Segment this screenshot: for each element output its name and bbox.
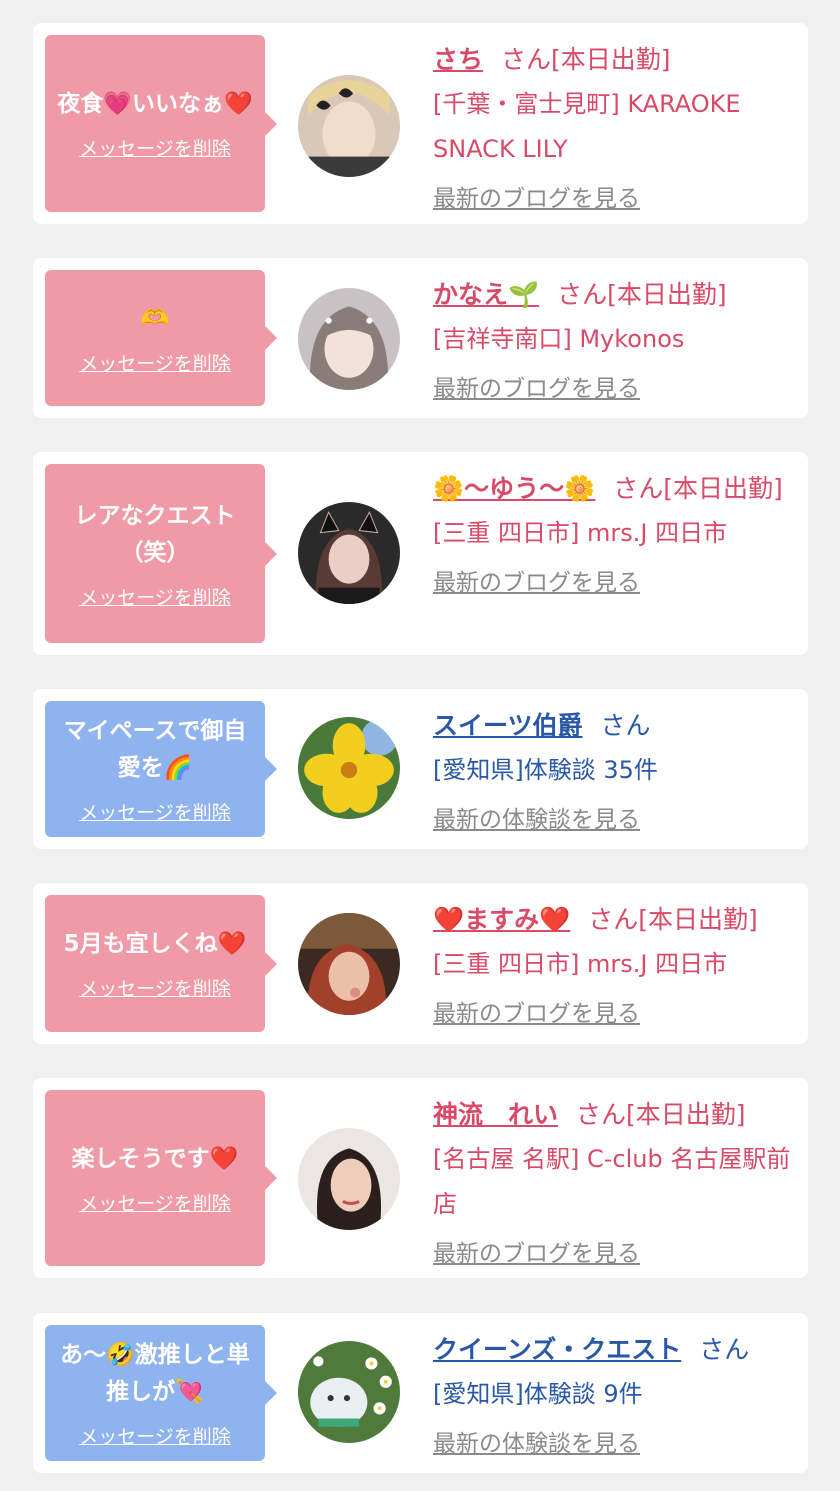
message-bubble: 楽しそうです❤️ メッセージを削除	[45, 1090, 277, 1266]
delete-message-link[interactable]: メッセージを削除	[79, 977, 231, 1001]
latest-reviews-link[interactable]: 最新の体験談を見る	[433, 1429, 640, 1459]
latest-blog-link[interactable]: 最新のブログを見る	[433, 184, 640, 214]
sender-name-line: 🌼〜ゆう〜🌼 さん[本日出勤]	[433, 466, 793, 511]
latest-blog-link[interactable]: 最新のブログを見る	[433, 374, 640, 404]
sender-info: スイーツ伯爵 さん [愛知県]体験談 35件 最新の体験談を見る	[433, 703, 793, 835]
woman-dark-hair-avatar[interactable]	[298, 1128, 400, 1230]
sender-name-link[interactable]: 🌼〜ゆう〜🌼	[433, 474, 595, 503]
latest-blog-link[interactable]: 最新のブログを見る	[433, 1239, 640, 1269]
sender-shop: [愛知県]体験談 9件	[433, 1380, 643, 1408]
message-bubble: レアなクエスト（笑） メッセージを削除	[45, 464, 277, 643]
sender-name-line: かなえ🌱 さん[本日出勤]	[433, 272, 793, 317]
sender-status: さん[本日出勤]	[613, 474, 783, 503]
sender-info: ❤️ますみ❤️ さん[本日出勤] [三重 四日市] mrs.J 四日市 最新のブログを…	[433, 897, 793, 1029]
sender-info: クイーンズ・クエスト さん [愛知県]体験談 9件 最新の体験談を見る	[433, 1327, 793, 1459]
sender-info: かなえ🌱 さん[本日出勤] [吉祥寺南口] Mykonos 最新のブログを見る	[433, 272, 793, 404]
sender-shop: [三重 四日市] mrs.J 四日市	[433, 950, 728, 978]
sender-status: さん[本日出勤]	[576, 1100, 746, 1129]
sender-name-link[interactable]: スイーツ伯爵	[433, 711, 583, 740]
sender-shop: [千葉・富士見町] KARAOKE SNACK LILY	[433, 90, 741, 163]
message-card: 夜食💗いいなぁ❤️ メッセージを削除 さち さん[本日出勤] [千葉・富士見町] KAR…	[33, 23, 808, 224]
message-text: 楽しそうです❤️	[71, 1145, 239, 1172]
sender-status: さん	[699, 1335, 750, 1364]
sender-name-link[interactable]: ❤️ますみ❤️	[433, 905, 570, 934]
delete-message-link[interactable]: メッセージを削除	[79, 1192, 231, 1216]
delete-message-link[interactable]: メッセージを削除	[79, 801, 231, 825]
message-card: マイペースで御自愛を🌈 メッセージを削除 スイーツ伯爵 さん [愛知県]体験談 35件最…	[33, 689, 808, 849]
sender-status: さん[本日出勤]	[501, 45, 671, 74]
latest-blog-link[interactable]: 最新のブログを見る	[433, 568, 640, 598]
message-text: あ〜🤣激推しと単推しが💘	[60, 1342, 250, 1405]
message-bubble: あ〜🤣激推しと単推しが💘 メッセージを削除	[45, 1325, 277, 1461]
message-card: 🫶 メッセージを削除 かなえ🌱 さん[本日出勤] [吉祥寺南口] Mykonos 最新のブ…	[33, 258, 808, 418]
yellow-flower-avatar[interactable]	[298, 717, 400, 819]
sender-name-line: さち さん[本日出勤]	[433, 37, 793, 82]
sender-status: さん	[600, 711, 651, 740]
sender-status: さん[本日出勤]	[588, 905, 758, 934]
message-card: レアなクエスト（笑） メッセージを削除 🌼〜ゆう〜🌼 さん[本日出勤] [三重 四日市]…	[33, 452, 808, 655]
sender-shop: [名古屋 名駅] C-club 名古屋駅前店	[433, 1145, 791, 1218]
woman-light-hair-avatar[interactable]	[298, 288, 400, 390]
sender-shop: [吉祥寺南口] Mykonos	[433, 325, 685, 353]
message-bubble: 🫶 メッセージを削除	[45, 270, 277, 406]
sender-name-link[interactable]: 神流 れい	[433, 1100, 558, 1129]
message-text: 🫶	[140, 305, 170, 332]
message-card: 楽しそうです❤️ メッセージを削除 神流 れい さん[本日出勤] [名古屋 名駅] C-…	[33, 1078, 808, 1278]
message-text: レアなクエスト（笑）	[74, 502, 236, 566]
woman-cat-ears-avatar[interactable]	[298, 502, 400, 604]
message-bubble: 5月も宜しくね❤️ メッセージを削除	[45, 895, 277, 1032]
sender-name-line: 神流 れい さん[本日出勤]	[433, 1092, 793, 1137]
delete-message-link[interactable]: メッセージを削除	[79, 352, 231, 376]
sender-info: さち さん[本日出勤] [千葉・富士見町] KARAOKE SNACK LILY 最新…	[433, 37, 793, 214]
mascot-flowers-avatar[interactable]	[298, 1341, 400, 1443]
sender-info: 🌼〜ゆう〜🌼 さん[本日出勤] [三重 四日市] mrs.J 四日市 最新のブログを見…	[433, 466, 793, 598]
sender-info: 神流 れい さん[本日出勤] [名古屋 名駅] C-club 名古屋駅前店最新のブロ…	[433, 1092, 793, 1269]
message-text: 夜食💗いいなぁ❤️	[57, 91, 253, 117]
message-text: マイペースで御自愛を🌈	[63, 718, 247, 781]
delete-message-link[interactable]: メッセージを削除	[79, 586, 231, 610]
sender-status: さん[本日出勤]	[557, 280, 727, 309]
woman-red-hair-avatar[interactable]	[298, 913, 400, 1015]
woman-blonde-avatar[interactable]	[298, 75, 400, 177]
delete-message-link[interactable]: メッセージを削除	[79, 137, 231, 161]
message-card: 5月も宜しくね❤️ メッセージを削除 ❤️ますみ❤️ さん[本日出勤] [三重 四日市]…	[33, 883, 808, 1044]
sender-name-line: ❤️ますみ❤️ さん[本日出勤]	[433, 897, 793, 942]
message-bubble: 夜食💗いいなぁ❤️ メッセージを削除	[45, 35, 277, 212]
message-card: あ〜🤣激推しと単推しが💘 メッセージを削除 クイーンズ・クエスト さん [愛知県]体験談…	[33, 1313, 808, 1473]
sender-name-link[interactable]: クイーンズ・クエスト	[433, 1335, 681, 1364]
sender-name-line: クイーンズ・クエスト さん	[433, 1327, 793, 1372]
message-bubble: マイペースで御自愛を🌈 メッセージを削除	[45, 701, 277, 837]
sender-shop: [三重 四日市] mrs.J 四日市	[433, 519, 728, 547]
sender-name-line: スイーツ伯爵 さん	[433, 703, 793, 748]
sender-name-link[interactable]: さち	[433, 45, 483, 74]
latest-reviews-link[interactable]: 最新の体験談を見る	[433, 805, 640, 835]
message-text: 5月も宜しくね❤️	[63, 931, 247, 957]
sender-shop: [愛知県]体験談 35件	[433, 756, 658, 784]
message-list: 夜食💗いいなぁ❤️ メッセージを削除 さち さん[本日出勤] [千葉・富士見町] KAR…	[0, 0, 840, 1491]
sender-name-link[interactable]: かなえ🌱	[433, 280, 539, 309]
latest-blog-link[interactable]: 最新のブログを見る	[433, 999, 640, 1029]
delete-message-link[interactable]: メッセージを削除	[79, 1425, 231, 1449]
